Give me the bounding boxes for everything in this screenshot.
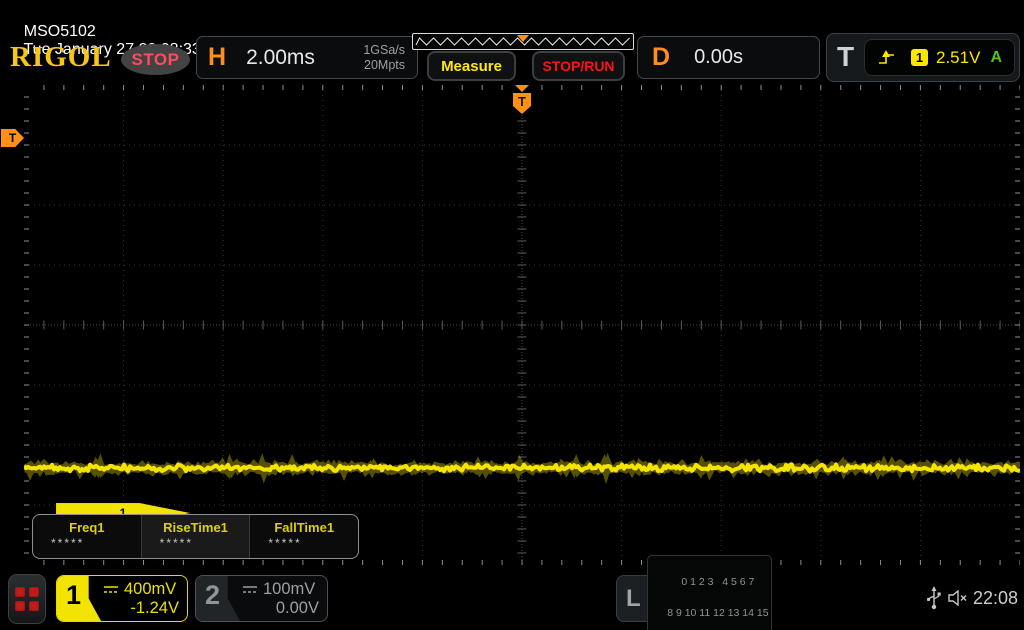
timebase-value: 2.00ms — [246, 45, 315, 69]
channel2-tab[interactable]: 2 — [196, 576, 240, 621]
logic-analyzer-panel[interactable]: L 0 1 2 3 4 5 6 7 8 9 10 11 12 13 14 15 — [616, 555, 772, 630]
digital-row1: 0 1 2 3 4 5 6 7 — [681, 575, 755, 588]
measurement-panel[interactable]: Freq1 ***** RiseTime1 ***** FallTime1 **… — [32, 514, 359, 559]
dc-coupling-icon — [243, 585, 257, 593]
channel1-offset: -1.24V — [130, 598, 179, 617]
memory-position-marker[interactable] — [517, 35, 529, 42]
waveform-display — [24, 85, 1020, 565]
oscilloscope-screen: MSO5102 Tue January 27 22:08:33 2026 RIG… — [0, 0, 1024, 630]
delay-panel[interactable]: D 0.00s — [637, 36, 820, 79]
measurement-label: RiseTime1 — [163, 520, 228, 535]
measurement-risetime1[interactable]: RiseTime1 ***** — [141, 515, 251, 558]
measurement-freq1[interactable]: Freq1 ***** — [33, 515, 142, 558]
digital-row2: 8 9 10 11 12 13 14 15 — [667, 607, 769, 620]
grid-menu-icon — [15, 587, 39, 611]
logic-label: L — [626, 584, 641, 612]
delay-value: 0.00s — [694, 46, 743, 68]
memory-position-bar[interactable] — [412, 33, 634, 50]
run-state-badge: STOP — [121, 44, 190, 75]
horizontal-label: H — [208, 43, 227, 71]
trigger-settings[interactable]: 1 2.51V A — [864, 39, 1015, 76]
channel1-scale: 400mV — [124, 579, 177, 598]
channel2-offset: 0.00V — [275, 598, 319, 617]
trigger-level-value: 2.51V — [936, 47, 981, 67]
acquisition-info: 1GSa/s 20Mpts — [363, 43, 405, 72]
memory-depth: 20Mpts — [364, 57, 405, 72]
measure-button[interactable]: Measure — [427, 51, 516, 81]
trigger-panel[interactable]: T 1 2.51V A — [826, 33, 1020, 82]
trigger-level-marker[interactable]: T — [1, 129, 24, 147]
trigger-slope-icon — [879, 49, 894, 64]
trigger-source-badge: 1 — [911, 49, 928, 66]
quick-menu-button[interactable] — [8, 574, 46, 624]
trigger-position-marker[interactable]: T — [511, 85, 533, 117]
channel2-panel[interactable]: 2 100mV 0.00V — [195, 575, 328, 622]
measurement-falltime1[interactable]: FallTime1 ***** — [250, 515, 358, 558]
measurement-label: FallTime1 — [274, 520, 335, 535]
trigger-label: T — [837, 41, 855, 72]
horizontal-panel[interactable]: H 2.00ms 1GSa/s 20Mpts — [196, 36, 418, 79]
dc-coupling-icon — [104, 585, 118, 593]
digital-channels: 0 1 2 3 4 5 6 7 8 9 10 11 12 13 14 15 — [646, 555, 772, 630]
channel1-tab[interactable]: 1 — [57, 576, 101, 621]
measurement-value: ***** — [159, 536, 194, 550]
measurement-value: ***** — [51, 536, 85, 550]
model-name: MSO5102 — [23, 23, 96, 40]
channel1-values: 400mV -1.24V — [101, 576, 187, 621]
stop-run-button[interactable]: STOP/RUN — [532, 51, 625, 81]
usb-icon — [926, 586, 941, 610]
trigger-mode: A — [990, 48, 1002, 66]
channel1-panel[interactable]: 1 400mV -1.24V — [56, 575, 188, 622]
channel2-values: 100mV 0.00V — [240, 576, 327, 621]
measurement-label: Freq1 — [69, 520, 105, 535]
sample-rate: 1GSa/s — [363, 43, 405, 58]
rigol-logo: RIGOL — [10, 41, 112, 73]
trigger-position-letter: T — [518, 94, 526, 109]
measurement-value: ***** — [268, 536, 302, 550]
speaker-mute-icon — [948, 590, 967, 606]
channel2-scale: 100mV — [263, 579, 316, 598]
delay-label: D — [652, 43, 671, 71]
channel2-number: 2 — [205, 580, 221, 610]
channel1-number: 1 — [66, 580, 82, 610]
status-clock: 22:08 — [973, 588, 1019, 608]
